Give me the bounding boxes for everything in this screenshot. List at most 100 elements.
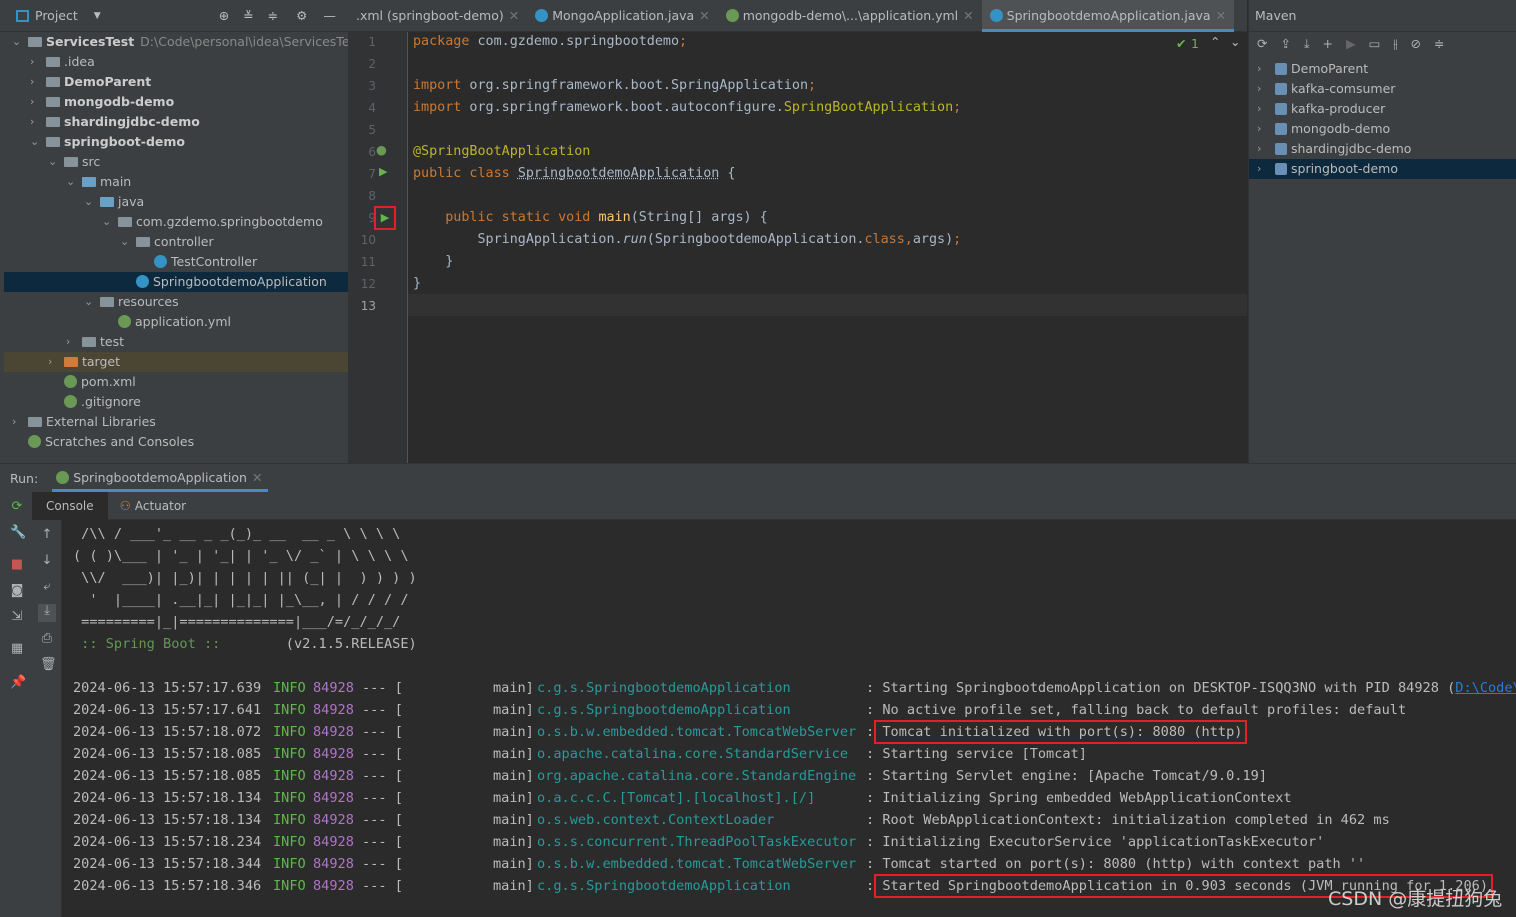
chevron-right-icon[interactable]: › <box>66 332 70 352</box>
chevron-down-icon[interactable]: ⌄ <box>84 292 93 312</box>
tree-item[interactable]: .gitignore <box>4 392 348 412</box>
tab-console[interactable]: Console <box>32 491 108 520</box>
camera-icon[interactable]: ◙ <box>10 584 24 598</box>
code-line[interactable]: import org.springframework.boot.SpringAp… <box>413 78 816 93</box>
chevron-right-icon[interactable]: › <box>30 92 34 112</box>
tree-item[interactable]: › External Libraries <box>4 412 348 432</box>
tab-actuator[interactable]: Actuator <box>131 499 186 513</box>
maven-project[interactable]: › springboot-demo <box>1249 159 1516 179</box>
toggle-offline-icon[interactable]: ⫲ <box>1393 36 1397 54</box>
tree-item[interactable]: ⌄ springboot-demo <box>4 132 348 152</box>
close-icon[interactable]: ✕ <box>1216 8 1226 23</box>
chevron-right-icon[interactable]: › <box>1257 79 1261 99</box>
code-line[interactable]: import org.springframework.boot.autoconf… <box>413 100 961 115</box>
tree-item[interactable]: ⌄ resources <box>4 292 348 312</box>
gear-icon[interactable]: ⚙ <box>296 8 307 23</box>
prev-highlight-icon[interactable]: ⌃ <box>1210 34 1220 49</box>
soft-wrap-icon[interactable]: ⤶ <box>40 580 54 594</box>
chevron-right-icon[interactable]: › <box>1257 159 1261 179</box>
tree-item[interactable]: TestController <box>4 252 348 272</box>
exit-icon[interactable]: ⇲ <box>10 610 24 624</box>
close-icon[interactable]: ✕ <box>699 8 709 23</box>
chevron-right-icon[interactable]: › <box>12 412 16 432</box>
code-line[interactable]: @SpringBootApplication <box>413 144 590 159</box>
chevron-right-icon[interactable]: › <box>30 52 34 72</box>
print-icon[interactable]: ⎙ <box>40 632 54 646</box>
maven-project[interactable]: › kafka-comsumer <box>1249 79 1516 99</box>
layout-icon[interactable]: ▦ <box>10 642 24 656</box>
download-icon[interactable]: ⤓ <box>1304 36 1310 54</box>
chevron-down-icon[interactable]: ⌄ <box>102 212 111 232</box>
generate-sources-icon[interactable]: ⇪ <box>1280 36 1290 54</box>
scroll-to-end-icon[interactable]: ⤓ <box>38 604 56 622</box>
log-link[interactable]: D:\Code\pe <box>1455 680 1516 696</box>
chevron-right-icon[interactable]: › <box>1257 139 1261 159</box>
code-line[interactable]: public class SpringbootdemoApplication { <box>413 166 735 181</box>
chevron-down-icon[interactable]: ⌄ <box>48 152 57 172</box>
tree-item[interactable]: pom.xml <box>4 372 348 392</box>
tab-application-yml[interactable]: mongodb-demo\...\application.yml ✕ <box>718 0 982 32</box>
chevron-right-icon[interactable]: › <box>1257 99 1261 119</box>
reload-icon[interactable]: ⟳ <box>1257 36 1267 54</box>
project-title[interactable]: Project <box>35 8 78 23</box>
execute-goal-icon[interactable]: ▭ <box>1369 36 1381 54</box>
up-icon[interactable]: ↑ <box>40 528 54 542</box>
tree-item[interactable]: ⌄ controller <box>4 232 348 252</box>
tree-item[interactable]: ⌄ ServicesTest D:\Code\personal\idea\Servi… <box>4 32 361 52</box>
tree-item[interactable]: › DemoParent <box>4 72 348 92</box>
chevron-right-icon[interactable]: › <box>48 352 52 372</box>
tree-item[interactable]: Scratches and Consoles <box>4 432 348 452</box>
maven-project[interactable]: › shardingjdbc-demo <box>1249 139 1516 159</box>
next-highlight-icon[interactable]: ⌄ <box>1230 34 1240 49</box>
trash-icon[interactable]: 🗑 <box>40 658 57 672</box>
tree-item[interactable]: › .idea <box>4 52 348 72</box>
tree-item[interactable]: SpringbootdemoApplication <box>4 272 348 292</box>
close-icon[interactable]: ✕ <box>963 8 973 23</box>
wrench-icon[interactable]: 🔧 <box>10 526 26 540</box>
collapse-icon[interactable]: ≑ <box>1434 36 1444 54</box>
tab-mongo-application[interactable]: MongoApplication.java ✕ <box>527 0 717 32</box>
code-line[interactable]: package com.gzdemo.springbootdemo; <box>413 34 687 49</box>
run-class-icon[interactable]: ▶ <box>379 165 387 178</box>
code-line[interactable]: } <box>413 254 453 269</box>
chevron-down-icon[interactable]: ⌄ <box>84 192 93 212</box>
dropdown-icon[interactable]: ▼ <box>94 11 101 21</box>
chevron-down-icon[interactable]: ⌄ <box>120 232 129 252</box>
tab-springbootdemo-application[interactable]: SpringbootdemoApplication.java ✕ <box>981 0 1235 32</box>
spring-bean-icon[interactable]: ● <box>376 142 387 157</box>
down-icon[interactable]: ↓ <box>40 554 54 568</box>
chevron-down-icon[interactable]: ⌄ <box>30 132 39 152</box>
tree-item[interactable]: › shardingjdbc-demo <box>4 112 348 132</box>
chevron-down-icon[interactable]: ⌄ <box>66 172 75 192</box>
chevron-right-icon[interactable]: › <box>30 112 34 132</box>
run-main-button[interactable]: ▶ <box>374 206 396 230</box>
tree-item[interactable]: ⌄ java <box>4 192 348 212</box>
tree-item[interactable]: › test <box>4 332 348 352</box>
hide-icon[interactable]: — <box>323 8 336 23</box>
chevron-right-icon[interactable]: › <box>1257 59 1261 79</box>
tree-item[interactable]: ⌄ main <box>4 172 348 192</box>
chevron-right-icon[interactable]: › <box>1257 119 1261 139</box>
tree-item[interactable]: › target <box>4 352 348 372</box>
pin-icon[interactable]: 📌 <box>10 676 26 690</box>
rerun-icon[interactable]: ⟳ <box>10 500 24 514</box>
expand-all-icon[interactable]: ≚ <box>243 8 253 23</box>
tree-item[interactable]: application.yml <box>4 312 348 332</box>
tab-pom-xml[interactable]: .xml (springboot-demo) ✕ <box>348 0 527 32</box>
chevron-down-icon[interactable]: ⌄ <box>12 32 21 52</box>
maven-project[interactable]: › kafka-producer <box>1249 99 1516 119</box>
close-icon[interactable]: ✕ <box>509 8 519 23</box>
tree-item[interactable]: ⌄ src <box>4 152 348 172</box>
collapse-all-icon[interactable]: ≑ <box>268 8 278 23</box>
locate-icon[interactable]: ⊕ <box>219 8 229 23</box>
run-config-tab[interactable]: SpringbootdemoApplication ✕ <box>52 465 269 492</box>
tree-item[interactable]: ⌄ com.gzdemo.springbootdemo <box>4 212 348 232</box>
code-line[interactable]: } <box>413 276 421 291</box>
tree-item[interactable]: › mongodb-demo <box>4 92 348 112</box>
skip-tests-icon[interactable]: ⊘ <box>1410 36 1420 54</box>
add-icon[interactable]: + <box>1323 36 1333 54</box>
maven-project[interactable]: › DemoParent <box>1249 59 1516 79</box>
stop-icon[interactable]: ■ <box>10 558 24 572</box>
chevron-right-icon[interactable]: › <box>30 72 34 92</box>
run-icon[interactable]: ▶ <box>1346 36 1356 54</box>
